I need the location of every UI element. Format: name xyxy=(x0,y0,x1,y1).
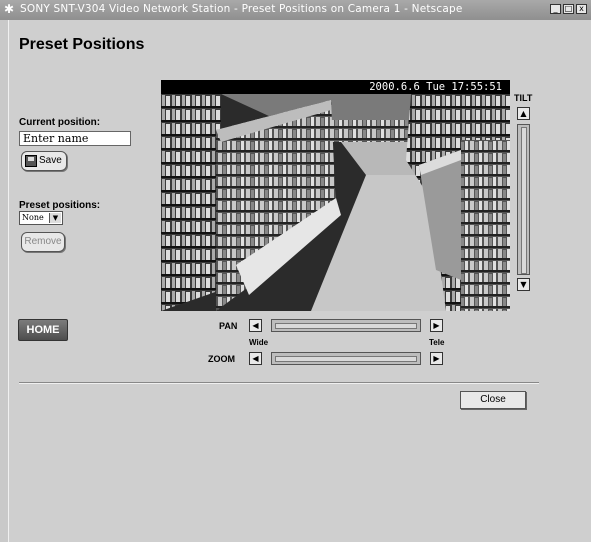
pan-left-button[interactable]: ◀ xyxy=(249,319,262,332)
position-name-input[interactable]: Enter name xyxy=(19,131,131,146)
window-title: SONY SNT-V304 Video Network Station - Pr… xyxy=(20,3,463,15)
divider xyxy=(19,382,539,384)
home-button[interactable]: HOME xyxy=(18,319,68,341)
tilt-up-button[interactable]: ▲ xyxy=(517,107,530,120)
tilt-label: TILT xyxy=(514,93,533,103)
close-window-button[interactable]: x xyxy=(576,4,587,14)
page-title: Preset Positions xyxy=(19,36,145,53)
floppy-disk-icon xyxy=(25,155,37,167)
pan-right-button[interactable]: ▶ xyxy=(430,319,443,332)
preset-select[interactable]: None ▼ xyxy=(19,211,63,225)
arrow-down-icon: ▼ xyxy=(520,280,527,289)
maximize-button[interactable]: □ xyxy=(563,4,574,14)
window-controls: _ □ x xyxy=(550,4,587,14)
camera-video-feed[interactable]: 2000.6.6 Tue 17:55:51 xyxy=(161,80,510,311)
browser-window: ✱ SONY SNT-V304 Video Network Station - … xyxy=(0,0,591,542)
tilt-down-button[interactable]: ▼ xyxy=(517,278,530,291)
store-aisle-image xyxy=(161,94,510,311)
video-timestamp: 2000.6.6 Tue 17:55:51 xyxy=(369,81,502,93)
remove-button[interactable]: Remove xyxy=(21,232,65,252)
preset-select-value: None xyxy=(22,213,44,222)
pan-slider[interactable] xyxy=(271,319,421,332)
tele-label: Tele xyxy=(429,338,445,347)
wide-label: Wide xyxy=(249,338,269,347)
save-button-label: Save xyxy=(39,155,62,166)
save-button[interactable]: Save xyxy=(21,151,67,171)
tilt-slider[interactable] xyxy=(517,124,530,275)
minimize-button[interactable]: _ xyxy=(550,4,561,14)
zoom-out-button[interactable]: ◀ xyxy=(249,352,262,365)
zoom-label: ZOOM xyxy=(208,354,235,364)
page-content: Preset Positions Current position: Enter… xyxy=(8,20,591,542)
netscape-icon: ✱ xyxy=(4,2,15,16)
close-button[interactable]: Close xyxy=(460,391,526,409)
arrow-left-icon: ◀ xyxy=(252,354,259,363)
title-bar: ✱ SONY SNT-V304 Video Network Station - … xyxy=(0,0,591,20)
arrow-up-icon: ▲ xyxy=(520,109,527,118)
current-position-label: Current position: xyxy=(19,117,101,128)
preset-positions-label: Preset positions: xyxy=(19,200,101,211)
arrow-right-icon: ▶ xyxy=(433,354,440,363)
arrow-right-icon: ▶ xyxy=(433,321,440,330)
chevron-down-icon: ▼ xyxy=(49,213,61,223)
pan-label: PAN xyxy=(219,321,238,331)
zoom-in-button[interactable]: ▶ xyxy=(430,352,443,365)
arrow-left-icon: ◀ xyxy=(252,321,259,330)
zoom-slider[interactable] xyxy=(271,352,421,365)
